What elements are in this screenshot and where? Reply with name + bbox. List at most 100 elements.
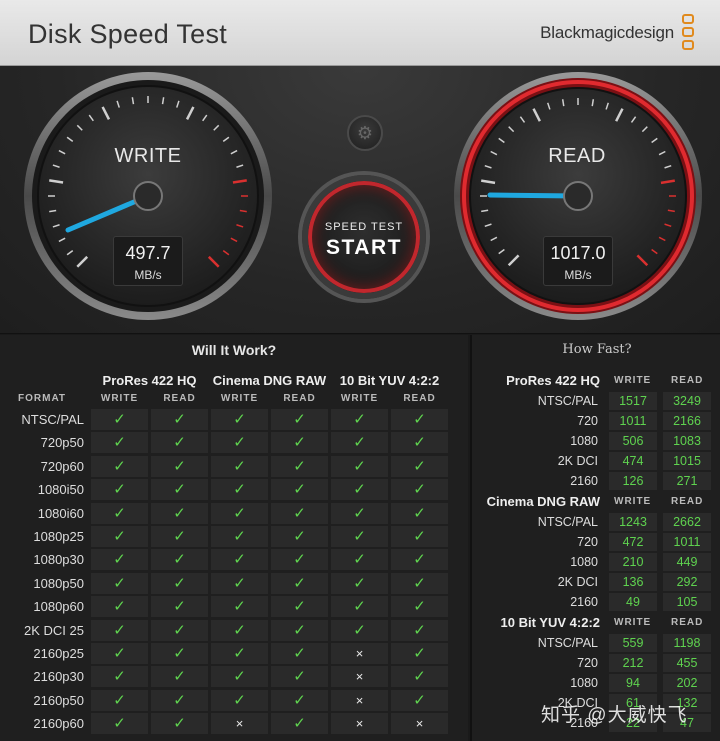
- check-icon: ✓: [391, 619, 448, 641]
- table-row: 1080p25 ✓ ✓ ✓ ✓ ✓ ✓: [0, 525, 468, 548]
- read-column-header: READ: [671, 496, 704, 507]
- check-icon: ✓: [151, 713, 208, 735]
- read-fps-value: 292: [663, 573, 711, 591]
- table-row: 1080p30 ✓ ✓ ✓ ✓ ✓ ✓: [0, 548, 468, 571]
- table-row: 720p60 ✓ ✓ ✓ ✓ ✓ ✓: [0, 455, 468, 478]
- will-it-work-panel: Will It Work? FORMAT ProRes 422 HQ Cinema…: [0, 335, 468, 741]
- check-icon: ✓: [151, 409, 208, 430]
- read-readout: 1017.0 MB/s: [543, 236, 613, 286]
- check-icon: ✓: [91, 689, 148, 711]
- check-icon: ✓: [211, 643, 268, 664]
- check-icon: ✓: [151, 619, 208, 641]
- read-speed-value: 1017.0: [550, 243, 606, 263]
- start-speed-test-button[interactable]: SPEED TEST START: [302, 175, 426, 299]
- check-icon: ✓: [91, 526, 148, 547]
- read-column-header: READ: [671, 617, 704, 628]
- format-name: 720p60: [40, 458, 84, 474]
- read-fps-value: 1011: [663, 533, 711, 551]
- check-icon: ✓: [271, 713, 328, 735]
- check-icon: ✓: [91, 619, 148, 641]
- check-icon: ✓: [271, 479, 328, 501]
- check-icon: ✓: [91, 713, 148, 735]
- format-name: 2160p60: [33, 716, 84, 732]
- check-icon: ✓: [391, 409, 448, 430]
- check-icon: ✓: [91, 596, 148, 618]
- speed-row: 2K DCI 136 292: [472, 572, 720, 592]
- check-icon: ✓: [271, 619, 328, 641]
- check-icon: ✓: [391, 689, 448, 711]
- check-icon: ✓: [151, 596, 208, 618]
- write-fps-value: 212: [609, 654, 657, 672]
- check-icon: ✓: [331, 619, 388, 641]
- speed-row: 1080 210 449: [472, 552, 720, 572]
- cross-icon: ×: [331, 643, 388, 664]
- check-icon: ✓: [271, 549, 328, 571]
- read-fps-value: 455: [663, 654, 711, 672]
- format-column-header: FORMAT: [18, 393, 67, 404]
- speed-row: NTSC/PAL 1517 3249: [472, 391, 720, 411]
- speed-row: 2160 126 271: [472, 471, 720, 491]
- check-icon: ✓: [211, 689, 268, 711]
- cross-icon: ×: [391, 713, 448, 735]
- read-needle-hub: [563, 181, 593, 211]
- read-fps-value: 271: [663, 472, 711, 490]
- check-icon: ✓: [271, 666, 328, 688]
- check-icon: ✓: [331, 455, 388, 477]
- write-column-header: WRITE: [100, 393, 139, 404]
- check-icon: ✓: [331, 432, 388, 454]
- table-row: 2160p60 ✓ ✓ × ✓ × ×: [0, 712, 468, 735]
- read-fps-value: 3249: [663, 392, 711, 410]
- read-column-header: READ: [163, 393, 196, 404]
- write-fps-value: 1517: [609, 392, 657, 410]
- table-row: 1080p50 ✓ ✓ ✓ ✓ ✓ ✓: [0, 572, 468, 595]
- format-name: 2160: [570, 595, 598, 609]
- check-icon: ✓: [211, 479, 268, 501]
- format-name: 2160p30: [33, 669, 84, 685]
- format-name: 1080p60: [33, 599, 84, 615]
- write-column-header: WRITE: [614, 375, 652, 386]
- start-button-label: START: [326, 236, 402, 259]
- table-row: NTSC/PAL ✓ ✓ ✓ ✓ ✓ ✓: [0, 408, 468, 431]
- check-icon: ✓: [391, 455, 448, 477]
- format-name: 1080p50: [33, 575, 84, 591]
- speed-row: 1080 506 1083: [472, 431, 720, 451]
- check-icon: ✓: [391, 502, 448, 524]
- read-column-header: READ: [403, 393, 436, 404]
- read-column-header: READ: [283, 393, 316, 404]
- check-icon: ✓: [391, 666, 448, 688]
- write-needle-hub: [133, 181, 163, 211]
- write-column-header: WRITE: [340, 393, 379, 404]
- check-icon: ✓: [211, 502, 268, 524]
- check-icon: ✓: [211, 596, 268, 618]
- format-name: 2160p25: [33, 646, 84, 661]
- check-icon: ✓: [151, 479, 208, 501]
- table-row: 720p50 ✓ ✓ ✓ ✓ ✓ ✓: [0, 431, 468, 454]
- check-icon: ✓: [91, 502, 148, 524]
- table-row: 2160p25 ✓ ✓ ✓ ✓ × ✓: [0, 642, 468, 665]
- table-row: 2160p50 ✓ ✓ ✓ ✓ × ✓: [0, 689, 468, 712]
- check-icon: ✓: [91, 455, 148, 477]
- format-name: 2K DCI: [557, 454, 598, 468]
- cross-icon: ×: [331, 666, 388, 688]
- check-icon: ✓: [211, 455, 268, 477]
- settings-button[interactable]: ⚙: [347, 115, 383, 151]
- check-icon: ✓: [91, 479, 148, 501]
- speed-row: 2K DCI 474 1015: [472, 451, 720, 471]
- check-icon: ✓: [151, 689, 208, 711]
- format-name: 720p50: [40, 435, 84, 451]
- check-icon: ✓: [271, 526, 328, 547]
- section-title: 10 Bit YUV 4:2:2: [500, 615, 600, 630]
- read-fps-value: 449: [663, 553, 711, 571]
- write-fps-value: 472: [609, 533, 657, 551]
- check-icon: ✓: [331, 526, 388, 547]
- format-group-header: Cinema DNG RAW: [212, 373, 327, 388]
- check-icon: ✓: [331, 572, 388, 594]
- check-icon: ✓: [391, 432, 448, 454]
- format-name: 1080p25: [33, 529, 84, 544]
- check-icon: ✓: [271, 689, 328, 711]
- table-row: 1080p60 ✓ ✓ ✓ ✓ ✓ ✓: [0, 595, 468, 618]
- write-fps-value: 210: [609, 553, 657, 571]
- check-icon: ✓: [151, 526, 208, 547]
- write-column-header: WRITE: [614, 496, 652, 507]
- title-bar: Disk Speed Test Blackmagicdesign: [0, 0, 720, 66]
